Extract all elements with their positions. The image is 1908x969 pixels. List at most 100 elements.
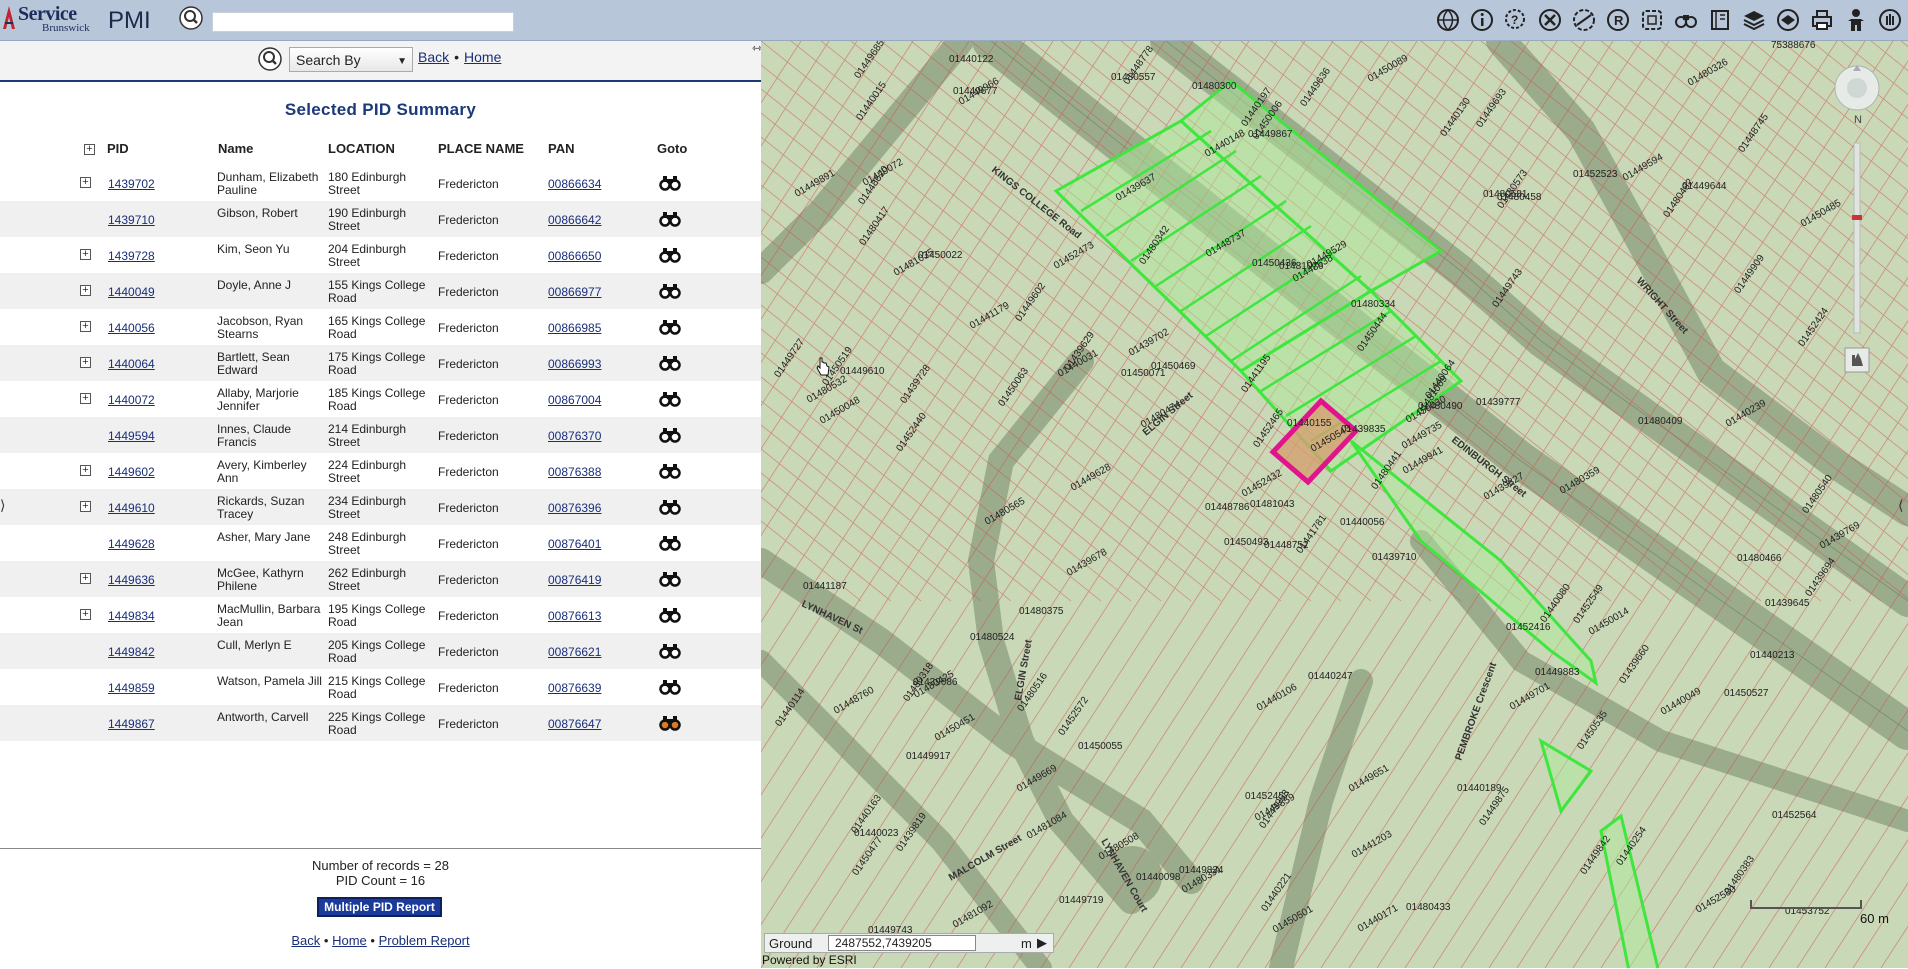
parcel-label[interactable]: 01480466 [1737, 553, 1782, 564]
globe-icon[interactable] [1434, 6, 1462, 34]
pan-link[interactable]: 00867004 [548, 394, 601, 407]
parcel-label[interactable]: 01450055 [1078, 741, 1123, 752]
goto-binoculars-icon[interactable] [659, 355, 681, 371]
goto-binoculars-icon[interactable] [659, 499, 681, 515]
parcel-label[interactable]: 01450493 [1224, 537, 1269, 548]
parcel-label[interactable]: 01480300 [1192, 81, 1237, 92]
pan-link[interactable]: 00876401 [548, 538, 601, 551]
pan-link[interactable]: 00866993 [548, 358, 601, 371]
zoom-control[interactable]: N [1832, 63, 1882, 403]
parcel-label[interactable]: 01440213 [1750, 650, 1795, 661]
print-icon[interactable] [1808, 6, 1836, 34]
measure-icon[interactable] [1570, 6, 1598, 34]
parcel-label[interactable]: 01480334 [1351, 299, 1396, 310]
pid-link[interactable]: 1439702 [108, 178, 155, 191]
query-icon[interactable]: ? [1502, 6, 1530, 34]
expand-row-icon[interactable]: + [80, 285, 91, 296]
pid-link[interactable]: 1449610 [108, 502, 155, 515]
parcel-label[interactable]: 01449883 [1535, 667, 1580, 678]
parcel-label[interactable]: 01452564 [1772, 810, 1817, 821]
parcel-label[interactable]: 01440098 [1136, 872, 1181, 883]
parcel-label[interactable]: 01480433 [1406, 902, 1451, 913]
column-header-pan[interactable]: PAN [548, 141, 574, 163]
footer-back-link[interactable]: Back [291, 933, 320, 948]
column-header-place[interactable]: PLACE NAME [438, 141, 524, 163]
pan-link[interactable]: 00866634 [548, 178, 601, 191]
column-header-name[interactable]: Name [218, 141, 253, 163]
parcel-label[interactable]: 01449610 [840, 366, 885, 377]
coordinate-field[interactable]: 2487552,7439205 [828, 935, 976, 951]
goto-binoculars-icon[interactable] [659, 175, 681, 191]
parcel-label[interactable]: 01448786 [1205, 502, 1250, 513]
goto-binoculars-icon[interactable] [659, 319, 681, 335]
parcel-label[interactable]: 01449917 [906, 751, 951, 762]
pan-link[interactable]: 00876388 [548, 466, 601, 479]
goto-binoculars-icon[interactable] [659, 571, 681, 587]
parcel-label[interactable]: 01450022 [918, 250, 963, 261]
goto-binoculars-icon[interactable] [659, 211, 681, 227]
clear-icon[interactable] [1536, 6, 1564, 34]
expand-row-icon[interactable]: + [80, 177, 91, 188]
parcel-label[interactable]: 01481043 [1250, 499, 1295, 510]
pan-link[interactable]: 00876370 [548, 430, 601, 443]
parcel-label[interactable]: 01440023 [854, 828, 899, 839]
pan-link[interactable]: 00876639 [548, 682, 601, 695]
collapse-left-icon[interactable]: ⟩ [0, 497, 5, 514]
expand-row-icon[interactable]: + [80, 321, 91, 332]
back-link[interactable]: Back [418, 49, 449, 65]
pid-link[interactable]: 1449859 [108, 682, 155, 695]
parcel-label[interactable]: 01480375 [1019, 606, 1064, 617]
identify-icon[interactable]: R [1604, 6, 1632, 34]
goto-binoculars-icon[interactable] [659, 715, 681, 731]
search-by-select[interactable]: Search By ▼ [289, 47, 413, 72]
pid-link[interactable]: 1449867 [108, 718, 155, 731]
parcel-map[interactable]: 01441781 01481035 01481043 01440163 01450030… [761, 41, 1908, 968]
top-search-input[interactable] [212, 12, 514, 32]
parcel-label[interactable]: 01439686 [913, 677, 958, 688]
parcel-label[interactable]: 01439645 [1765, 598, 1810, 609]
expand-row-icon[interactable]: + [80, 501, 91, 512]
pan-icon[interactable] [1876, 6, 1904, 34]
parcel-label[interactable]: 01480409 [1638, 416, 1683, 427]
search-icon[interactable] [178, 5, 204, 31]
basemap-icon[interactable] [1774, 6, 1802, 34]
pid-link[interactable]: 1439728 [108, 250, 155, 263]
pid-link[interactable]: 1449628 [108, 538, 155, 551]
collapse-right-icon[interactable]: ⟨ [1898, 497, 1903, 514]
parcel-label[interactable]: 01449677 [953, 86, 998, 97]
home-link[interactable]: Home [464, 49, 501, 65]
parcel-label[interactable]: 01448752 [1264, 540, 1309, 551]
pid-link[interactable]: 1449834 [108, 610, 155, 623]
pan-link[interactable]: 00876419 [548, 574, 601, 587]
expand-row-icon[interactable]: + [80, 465, 91, 476]
select-icon[interactable] [1638, 6, 1666, 34]
parcel-label[interactable]: 01441187 [803, 581, 847, 592]
parcel-label[interactable]: 01452416 [1506, 622, 1551, 633]
problem-report-link[interactable]: Problem Report [379, 933, 470, 948]
pid-link[interactable]: 1439710 [108, 214, 155, 227]
parcel-label[interactable]: 01450071 [1121, 368, 1166, 379]
pid-link[interactable]: 1449636 [108, 574, 155, 587]
binoculars-icon[interactable] [1672, 6, 1700, 34]
goto-binoculars-icon[interactable] [659, 427, 681, 443]
pid-link[interactable]: 1440064 [108, 358, 155, 371]
goto-binoculars-icon[interactable] [659, 643, 681, 659]
parcel-label[interactable]: 01440155 [1287, 418, 1332, 429]
pan-link[interactable]: 00876647 [548, 718, 601, 731]
pan-link[interactable]: 00876613 [548, 610, 601, 623]
pid-link[interactable]: 1449602 [108, 466, 155, 479]
goto-binoculars-icon[interactable] [659, 535, 681, 551]
pan-link[interactable]: 00866985 [548, 322, 601, 335]
parcel-label[interactable]: 01480524 [970, 632, 1015, 643]
goto-binoculars-icon[interactable] [659, 283, 681, 299]
parcel-label[interactable]: 01440056 [1340, 517, 1385, 528]
goto-binoculars-icon[interactable] [659, 679, 681, 695]
layers-icon[interactable] [1740, 6, 1768, 34]
search-icon[interactable] [257, 46, 283, 72]
layers-book-icon[interactable] [1706, 6, 1734, 34]
info-icon[interactable] [1468, 6, 1496, 34]
go-arrow-icon[interactable]: ▶ [1037, 935, 1047, 951]
goto-binoculars-icon[interactable] [659, 607, 681, 623]
parcel-label[interactable]: 01440122 [949, 54, 994, 65]
expand-row-icon[interactable]: + [80, 573, 91, 584]
